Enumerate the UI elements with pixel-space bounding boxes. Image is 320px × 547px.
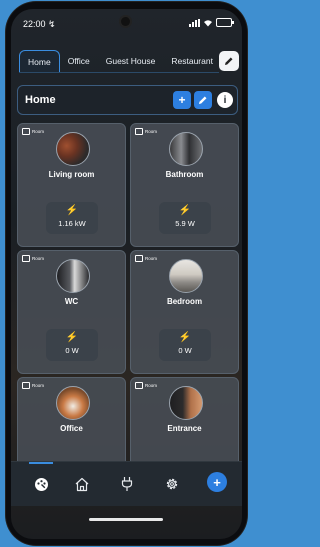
room-name: Living room [48, 170, 95, 179]
room-photo [169, 386, 203, 420]
nav-settings[interactable] [161, 473, 183, 495]
plus-icon: + [178, 93, 186, 107]
room-card-wc[interactable]: Room WC ⚡ 0 W [17, 250, 126, 374]
location-header: Home + i [17, 85, 238, 115]
bottom-nav-bar: + [11, 461, 242, 506]
room-badge: Room [22, 128, 44, 135]
tab-home[interactable]: Home [19, 50, 60, 72]
location-tabs: Home Office Guest House Restaurant [19, 50, 219, 72]
power-value: 0 W [65, 346, 79, 355]
nav-home[interactable] [71, 473, 93, 495]
edit-location-button[interactable] [194, 91, 212, 109]
power-tile: ⚡ 0 W [159, 329, 211, 361]
dashboard-icon [34, 477, 48, 491]
room-badge: Room [135, 382, 157, 389]
bolt-icon: ⚡ [178, 332, 192, 343]
status-icons [189, 18, 234, 27]
add-button[interactable]: + [173, 91, 191, 109]
location-title: Home [25, 94, 56, 106]
bolt-icon: ⚡ [65, 205, 79, 216]
nav-devices[interactable] [116, 473, 138, 495]
room-badge: Room [22, 255, 44, 262]
room-badge: Room [135, 128, 157, 135]
plug-icon [121, 477, 133, 491]
home-gesture-bar[interactable] [89, 518, 163, 521]
room-icon [135, 382, 143, 389]
power-value: 1.16 kW [58, 219, 86, 228]
bolt-icon: ⚡ [65, 332, 79, 343]
power-tile: ⚡ 0 W [46, 329, 98, 361]
wifi-icon [204, 19, 212, 26]
status-bar: 22:00 ↯ [21, 17, 234, 31]
power-tile: ⚡ 5.9 W [159, 202, 211, 234]
room-card-living-room[interactable]: Room Living room ⚡ 1.16 kW [17, 123, 126, 247]
room-icon [22, 255, 30, 262]
pencil-icon [225, 57, 233, 65]
room-icon [135, 255, 143, 262]
room-icon [22, 382, 30, 389]
room-name: Office [60, 424, 83, 433]
room-name: Bathroom [165, 170, 204, 179]
room-icon [135, 128, 143, 135]
room-photo [169, 132, 203, 166]
room-card-bathroom[interactable]: Room Bathroom ⚡ 5.9 W [130, 123, 239, 247]
nav-dashboard[interactable] [30, 473, 52, 495]
home-icon [75, 477, 89, 491]
power-value: 0 W [178, 346, 192, 355]
app-screen: 22:00 ↯ Home Office Guest House Restaura… [11, 9, 242, 539]
tab-office[interactable]: Office [60, 50, 98, 72]
status-time: 22:00 ↯ [23, 19, 56, 29]
info-button[interactable]: i [217, 92, 233, 108]
tab-divider [19, 72, 219, 73]
tab-guest-house[interactable]: Guest House [98, 50, 164, 72]
nav-active-indicator [29, 462, 53, 464]
gear-icon [166, 478, 178, 490]
room-name: WC [64, 297, 79, 306]
power-value: 5.9 W [175, 219, 195, 228]
info-icon: i [223, 94, 227, 106]
room-card-bedroom[interactable]: Room Bedroom ⚡ 0 W [130, 250, 239, 374]
cellular-signal-icon [189, 18, 200, 27]
bolt-icon: ⚡ [178, 205, 192, 216]
room-photo [169, 259, 203, 293]
room-photo [56, 259, 90, 293]
nav-add-button[interactable]: + [207, 472, 227, 492]
room-photo [56, 386, 90, 420]
room-name: Bedroom [166, 297, 203, 306]
room-badge: Room [135, 255, 157, 262]
room-badge: Room [22, 382, 44, 389]
tab-restaurant[interactable]: Restaurant [163, 50, 219, 72]
battery-icon [216, 18, 234, 27]
room-photo [56, 132, 90, 166]
room-icon [22, 128, 30, 135]
pencil-icon [199, 96, 207, 104]
edit-tabs-button[interactable] [219, 51, 239, 71]
plus-icon: + [213, 474, 221, 490]
room-name: Entrance [167, 424, 202, 433]
power-tile: ⚡ 1.16 kW [46, 202, 98, 234]
